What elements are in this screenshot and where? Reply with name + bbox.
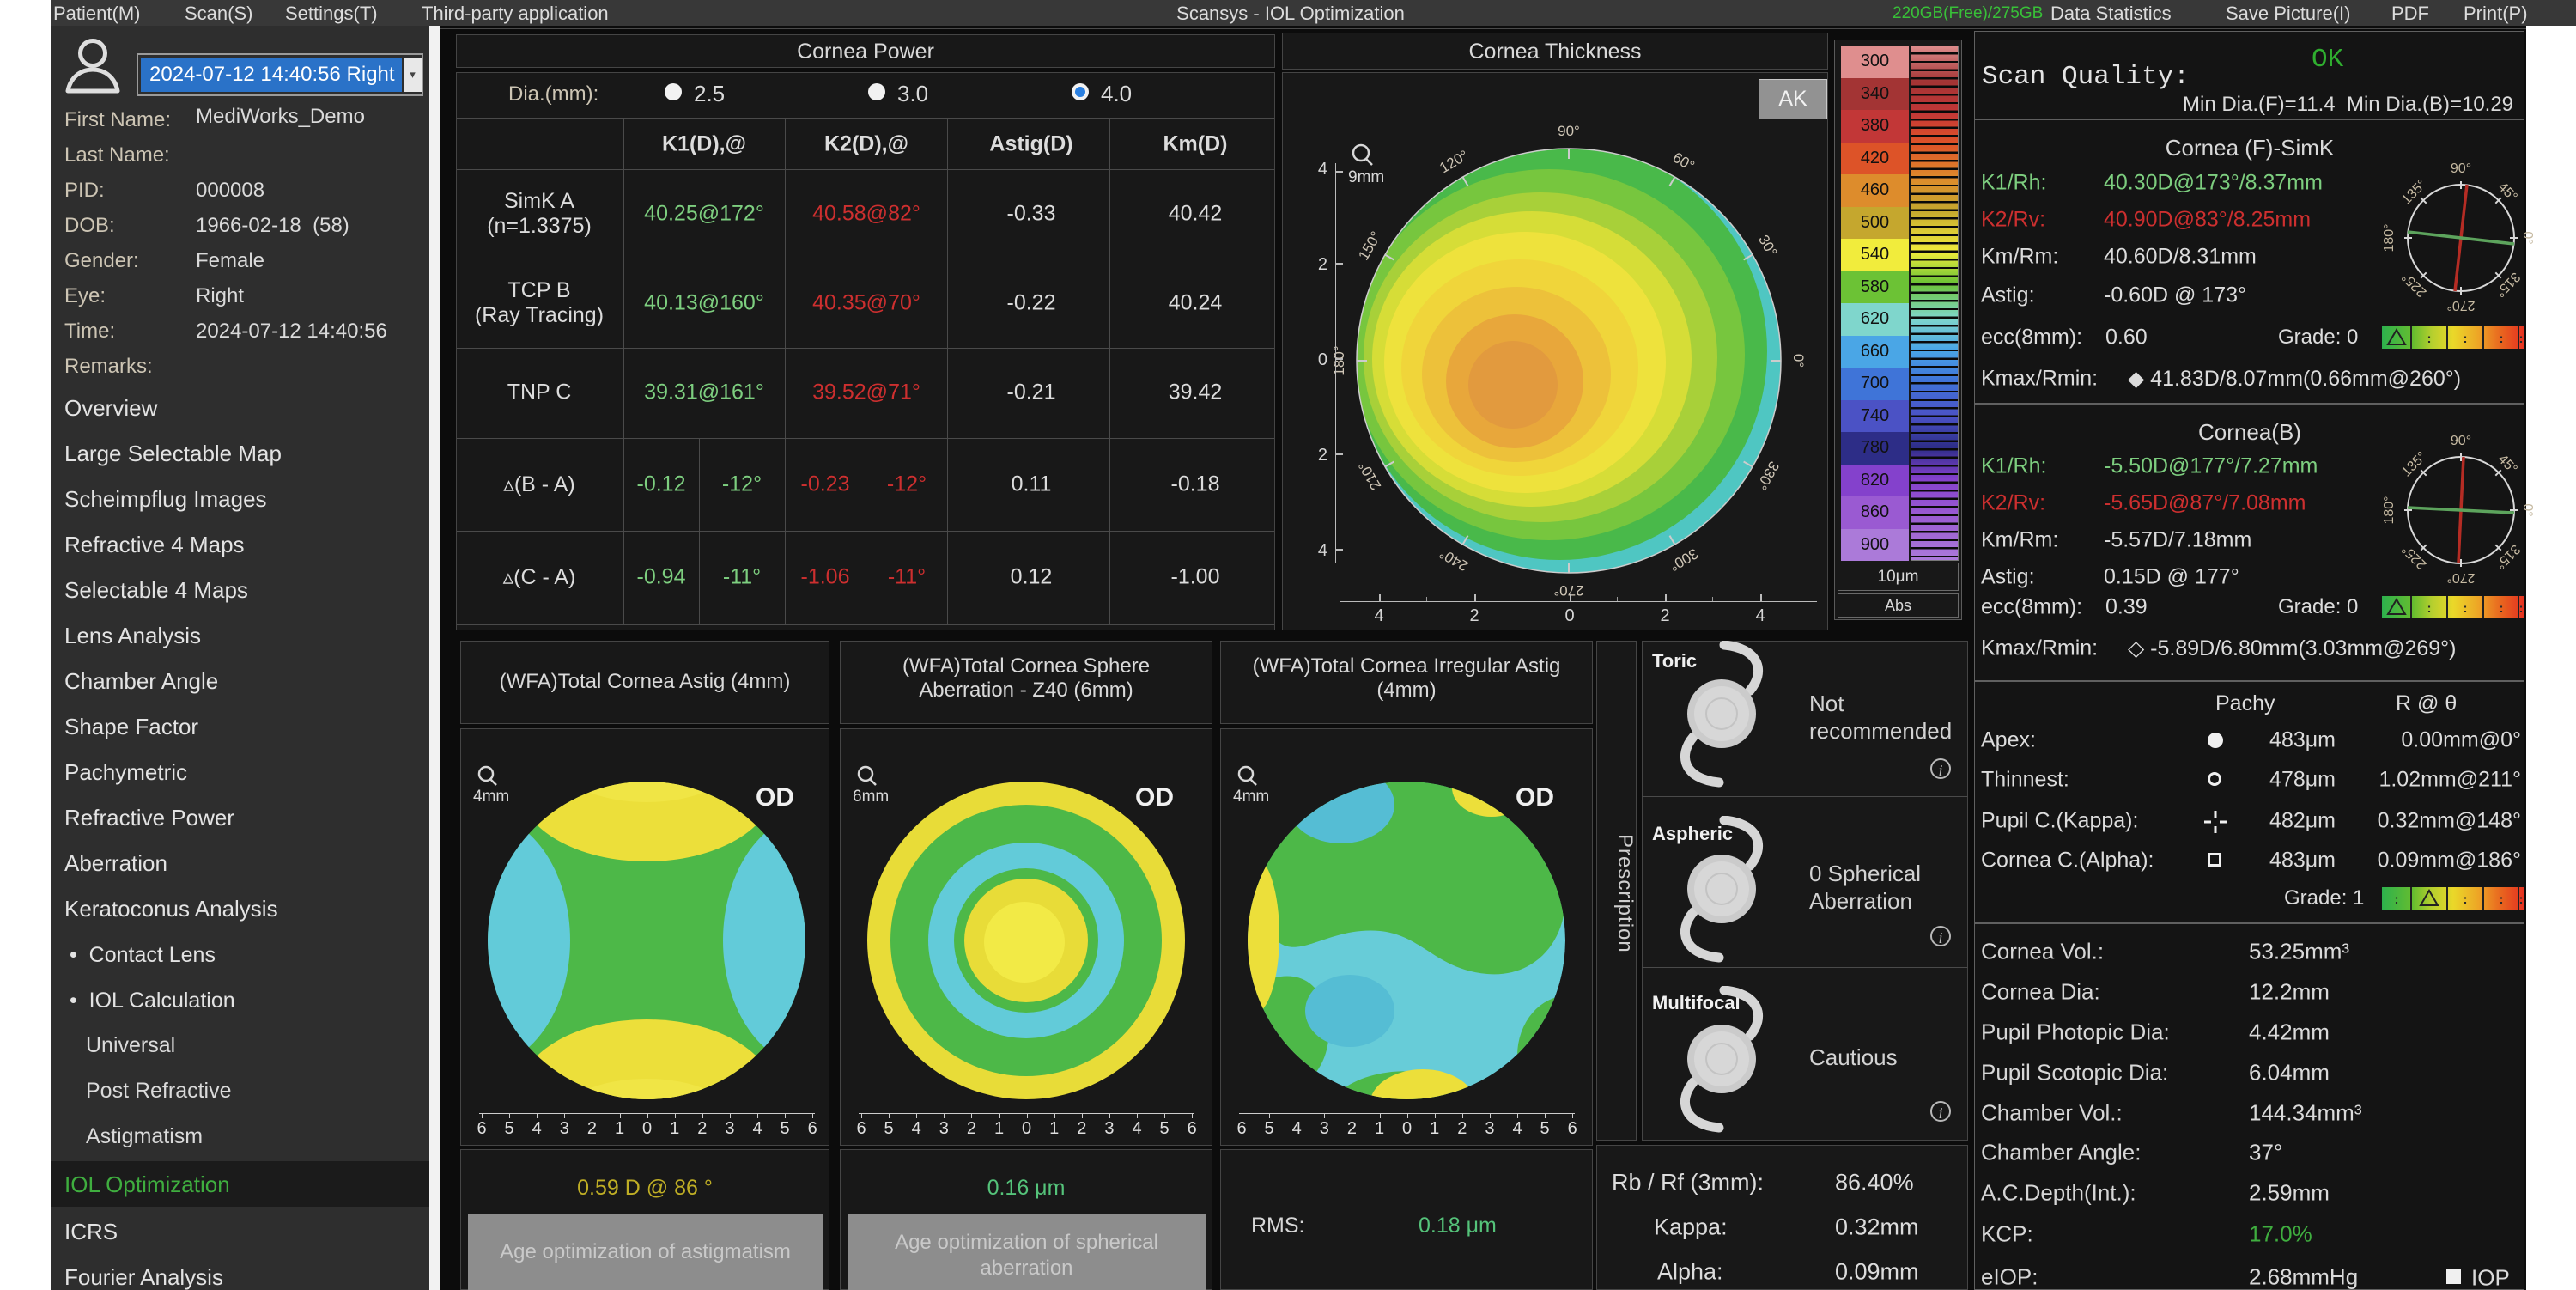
svg-text:0°: 0° bbox=[1790, 354, 1807, 368]
svg-text:120°: 120° bbox=[1437, 147, 1471, 176]
svg-text:0°: 0° bbox=[2520, 231, 2535, 244]
svg-text:90°: 90° bbox=[1558, 123, 1580, 139]
svg-text:30°: 30° bbox=[1755, 232, 1780, 259]
svg-text::: : bbox=[2464, 332, 2468, 346]
svg-text:0°: 0° bbox=[2520, 503, 2535, 516]
svg-text:270°: 270° bbox=[2446, 570, 2475, 585]
svg-text::: : bbox=[2464, 601, 2468, 616]
svg-text::: : bbox=[2500, 332, 2504, 346]
svg-text:60°: 60° bbox=[1670, 149, 1698, 174]
svg-text::: : bbox=[2500, 892, 2504, 907]
svg-text:180°: 180° bbox=[1331, 345, 1347, 375]
svg-text::: : bbox=[2427, 332, 2432, 346]
svg-text:90°: 90° bbox=[2451, 434, 2471, 448]
svg-text:90°: 90° bbox=[2451, 161, 2471, 176]
svg-text:330°: 330° bbox=[1753, 459, 1783, 493]
svg-text:240°: 240° bbox=[1437, 545, 1471, 575]
svg-text::: : bbox=[2427, 601, 2432, 616]
svg-text::: : bbox=[2519, 332, 2524, 346]
svg-text:180°: 180° bbox=[2384, 496, 2397, 524]
svg-text:150°: 150° bbox=[1355, 228, 1384, 263]
svg-text::: : bbox=[2464, 892, 2468, 907]
svg-text::: : bbox=[2519, 601, 2524, 616]
svg-text:180°: 180° bbox=[2384, 223, 2397, 252]
svg-text::: : bbox=[2500, 601, 2504, 616]
svg-text:270°: 270° bbox=[1553, 582, 1583, 599]
svg-text:270°: 270° bbox=[2446, 298, 2475, 313]
svg-text:300°: 300° bbox=[1667, 545, 1701, 575]
svg-text::: : bbox=[2519, 892, 2524, 907]
svg-text:210°: 210° bbox=[1355, 459, 1384, 493]
svg-text::: : bbox=[2395, 892, 2399, 907]
